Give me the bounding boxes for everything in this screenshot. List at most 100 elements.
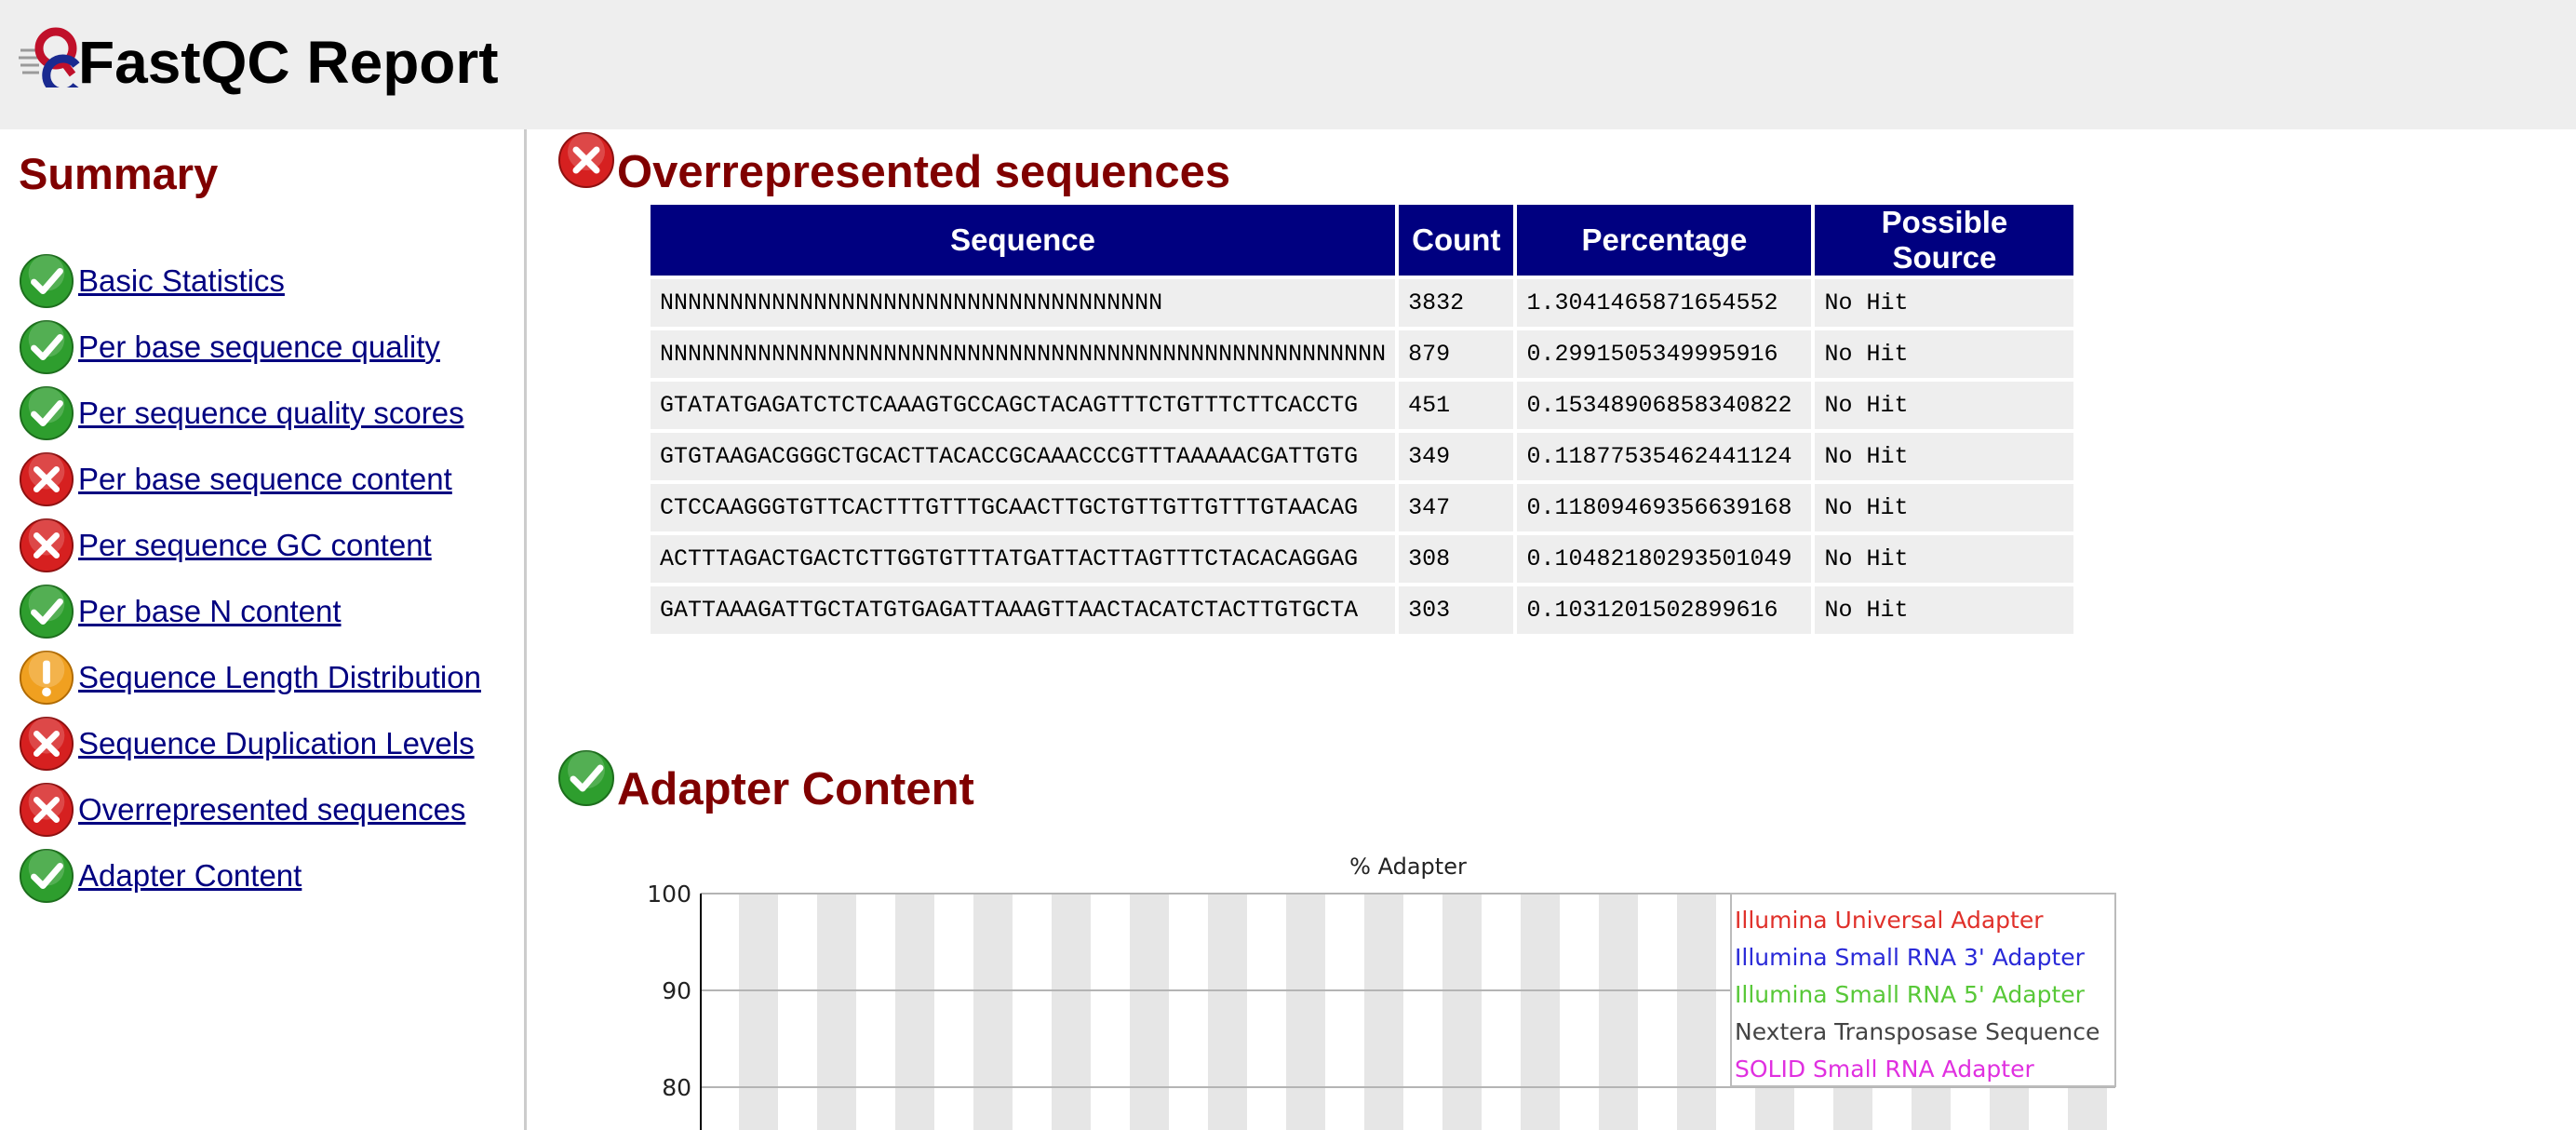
summary-link[interactable]: Per sequence GC content — [78, 528, 432, 563]
summary-link[interactable]: Adapter Content — [78, 858, 302, 894]
legend-entry: Illumina Universal Adapter — [1735, 907, 2044, 934]
y-tick-label: 80 — [662, 1074, 691, 1101]
summary-item: Per base N content — [19, 578, 481, 644]
cell-count: 347 — [1399, 484, 1514, 531]
summary-item: Overrepresented sequences — [19, 776, 481, 842]
table-row: CTCCAAGGGTGTTCACTTTGTTTGCAACTTGCTGTTGTTG… — [651, 484, 2074, 531]
summary-link[interactable]: Sequence Duplication Levels — [78, 726, 475, 761]
chart-band — [1599, 894, 1638, 1130]
cell-count: 349 — [1399, 433, 1514, 480]
summary-link[interactable]: Per sequence quality scores — [78, 396, 464, 431]
report-title: FastQC Report — [78, 29, 499, 96]
table-header-row: Sequence Count Percentage Possible Sourc… — [651, 205, 2074, 276]
cell-percentage: 0.2991505349995916 — [1517, 330, 1812, 378]
cell-sequence: GTGTAAGACGGGCTGCACTTACACCGCAAACCCGTTTAAA… — [651, 433, 1396, 480]
summary-item: Adapter Content — [19, 842, 481, 908]
report-header: FastQC Report — [0, 0, 2576, 129]
summary-link[interactable]: Basic Statistics — [78, 263, 285, 299]
cell-sequence: GTATATGAGATCTCTCAAAGTGCCAGCTACAGTTTCTGTT… — [651, 382, 1396, 429]
table-row: GTGTAAGACGGGCTGCACTTACACCGCAAACCCGTTTAAA… — [651, 433, 2074, 480]
table-row: GTATATGAGATCTCTCAAAGTGCCAGCTACAGTTTCTGTT… — [651, 382, 2074, 429]
chart-band — [1208, 894, 1247, 1130]
cell-percentage: 0.15348906858340822 — [1517, 382, 1812, 429]
table-row: GATTAAAGATTGCTATGTGAGATTAAAGTTAACTACATCT… — [651, 586, 2074, 634]
pass-icon — [19, 848, 74, 903]
cell-sequence: NNNNNNNNNNNNNNNNNNNNNNNNNNNNNNNNNNNNNNNN… — [651, 330, 1396, 378]
pass-icon — [19, 253, 74, 308]
y-tick-label: 90 — [662, 977, 691, 1004]
table-row: ACTTTAGACTGACTCTTGGTGTTTATGATTACTTAGTTTC… — [651, 535, 2074, 583]
cell-sequence: GATTAAAGATTGCTATGTGAGATTAAAGTTAACTACATCT… — [651, 586, 1396, 634]
chart-band — [1364, 894, 1403, 1130]
chart-band — [1521, 894, 1560, 1130]
table-row: NNNNNNNNNNNNNNNNNNNNNNNNNNNNNNNNNNNNNNNN… — [651, 330, 2074, 378]
pass-icon — [558, 750, 614, 806]
cell-percentage: 0.1031201502899616 — [1517, 586, 1812, 634]
cell-count: 451 — [1399, 382, 1514, 429]
chart-band — [1286, 894, 1325, 1130]
column-header-possible-source: Possible Source — [1815, 205, 2074, 276]
legend-entry: Illumina Small RNA 5' Adapter — [1735, 981, 2086, 1008]
chart-band — [739, 894, 778, 1130]
overrepresented-table-body: NNNNNNNNNNNNNNNNNNNNNNNNNNNNNNNNNNNN 3832… — [651, 279, 2074, 634]
summary-link[interactable]: Sequence Length Distribution — [78, 660, 481, 695]
chart-axes: 100 90 80 — [647, 881, 702, 1130]
adapter-content-chart: % Adapter 100 90 80 Illumina Universal Ada… — [647, 854, 2116, 1130]
y-tick-label: 100 — [647, 881, 691, 908]
cell-possible-source: No Hit — [1815, 586, 2074, 634]
fail-icon — [19, 716, 74, 771]
chart-band — [1677, 894, 1716, 1130]
chart-band — [973, 894, 1013, 1130]
cell-percentage: 0.11809469356639168 — [1517, 484, 1812, 531]
table-row: NNNNNNNNNNNNNNNNNNNNNNNNNNNNNNNNNNNN 3832… — [651, 279, 2074, 327]
cell-count: 879 — [1399, 330, 1514, 378]
chart-band — [1130, 894, 1169, 1130]
warning-icon — [19, 650, 74, 705]
summary-item: Per sequence quality scores — [19, 380, 481, 446]
overrepresented-table: Sequence Count Percentage Possible Sourc… — [647, 201, 2077, 638]
summary-item: Per base sequence content — [19, 446, 481, 512]
summary-item: Per sequence GC content — [19, 512, 481, 578]
column-header-sequence: Sequence — [651, 205, 1396, 276]
legend-entry: Nextera Transposase Sequence — [1735, 1018, 2100, 1045]
legend-entry: Illumina Small RNA 3' Adapter — [1735, 944, 2086, 971]
chart-title: % Adapter — [1349, 854, 1467, 880]
cell-possible-source: No Hit — [1815, 382, 2074, 429]
pass-icon — [19, 385, 74, 440]
cell-possible-source: No Hit — [1815, 279, 2074, 327]
summary-link[interactable]: Per base N content — [78, 594, 342, 629]
pass-icon — [19, 584, 74, 639]
summary-list: Basic Statistics Per base sequence qualit… — [19, 248, 481, 908]
cell-count: 308 — [1399, 535, 1514, 583]
fail-icon — [19, 782, 74, 837]
fail-icon — [19, 518, 74, 572]
summary-link[interactable]: Overrepresented sequences — [78, 792, 465, 827]
summary-heading: Summary — [19, 149, 219, 198]
summary-link[interactable]: Per base sequence quality — [78, 330, 440, 365]
cell-possible-source: No Hit — [1815, 535, 2074, 583]
cell-sequence: NNNNNNNNNNNNNNNNNNNNNNNNNNNNNNNNNNNN — [651, 279, 1396, 327]
cell-percentage: 0.10482180293501049 — [1517, 535, 1812, 583]
summary-item: Basic Statistics — [19, 248, 481, 314]
chart-band — [1442, 894, 1482, 1130]
column-header-count: Count — [1399, 205, 1514, 276]
cell-count: 3832 — [1399, 279, 1514, 327]
pass-icon — [19, 319, 74, 374]
cell-possible-source: No Hit — [1815, 484, 2074, 531]
summary-link[interactable]: Per base sequence content — [78, 462, 452, 497]
legend-entry: SOLID Small RNA Adapter — [1735, 1056, 2034, 1083]
adapter-content-heading: Adapter Content — [617, 764, 974, 814]
summary-item: Sequence Duplication Levels — [19, 710, 481, 776]
cell-percentage: 1.3041465871654552 — [1517, 279, 1812, 327]
summary-item: Per base sequence quality — [19, 314, 481, 380]
overrepresented-heading: Overrepresented sequences — [617, 147, 1231, 197]
cell-possible-source: No Hit — [1815, 433, 2074, 480]
cell-sequence: ACTTTAGACTGACTCTTGGTGTTTATGATTACTTAGTTTC… — [651, 535, 1396, 583]
cell-percentage: 0.11877535462441124 — [1517, 433, 1812, 480]
chart-band — [1052, 894, 1091, 1130]
cell-count: 303 — [1399, 586, 1514, 634]
column-header-percentage: Percentage — [1517, 205, 1812, 276]
fastqc-logo-icon — [19, 27, 80, 87]
fail-icon — [19, 451, 74, 506]
chart-legend: Illumina Universal Adapter Illumina Small… — [1730, 893, 2116, 1087]
